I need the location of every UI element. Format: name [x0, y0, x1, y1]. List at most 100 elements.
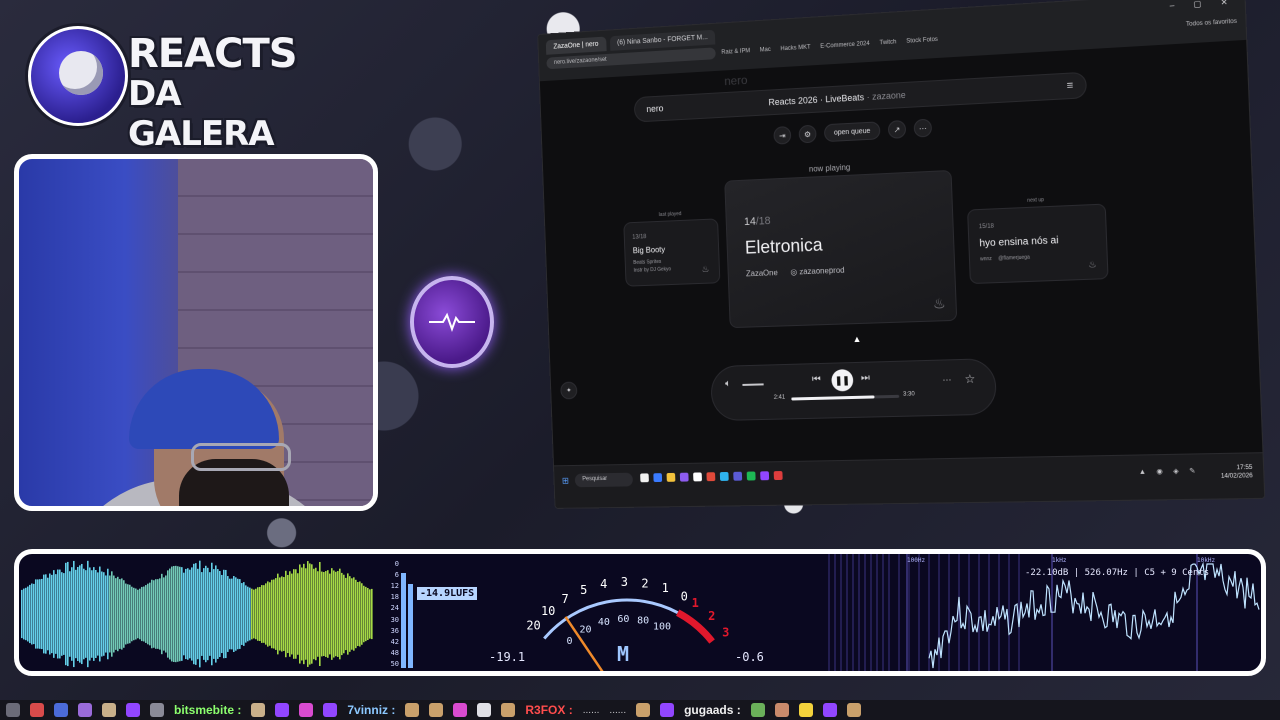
app-brand[interactable]: nero: [646, 103, 663, 114]
wave-bar: [163, 577, 165, 651]
edge-icon[interactable]: [719, 471, 729, 481]
wave-bar: [159, 578, 161, 650]
now-playing-card[interactable]: 14/18 Eletronica ZazaOne ◎ zazaoneprod ♨: [724, 169, 958, 329]
chat-username[interactable]: gugaads :: [684, 703, 741, 717]
wave-bar: [351, 578, 353, 650]
wave-bar: [327, 570, 329, 658]
wave-bar: [35, 579, 37, 649]
now-playing-label: now playing: [808, 162, 851, 174]
bookmark-item[interactable]: Raiz & IPM: [721, 48, 750, 56]
wave-bar: [365, 586, 367, 642]
volume-icon[interactable]: 🔈︎: [725, 378, 731, 389]
emote-icon: [636, 703, 651, 717]
wave-bar: [195, 563, 197, 665]
wave-bar: [303, 563, 305, 665]
instagram-handle: ◎ zazaoneprod: [790, 265, 845, 277]
open-queue-button[interactable]: open queue: [823, 121, 881, 143]
vu-left-readout: -19.1: [489, 650, 526, 664]
track-handle: @flamerjuega: [998, 254, 1031, 262]
wave-bar: [319, 561, 321, 667]
wave-bar: [223, 569, 225, 659]
vu-right-readout: -0.6: [735, 650, 764, 664]
emote-icon: [6, 703, 20, 717]
chat-username[interactable]: 7vinniz :: [347, 703, 395, 717]
spotify-icon[interactable]: [746, 471, 756, 481]
wave-bar: [65, 562, 67, 666]
chrome-icon[interactable]: [706, 472, 716, 482]
all-favorites-link[interactable]: Todos os favoritos: [1186, 19, 1237, 28]
next-up-card[interactable]: next up 15/18 hyo ensina nós ai wnnz @fl…: [967, 197, 1109, 285]
wave-bar: [227, 576, 229, 652]
vu-tick-label: 10: [541, 604, 555, 618]
app-icon[interactable]: [693, 472, 702, 482]
previous-track-icon[interactable]: ⏮︎: [812, 374, 821, 385]
share-icon[interactable]: ↗: [887, 119, 907, 139]
emote-icon: [299, 703, 314, 717]
progress-fill: [791, 395, 875, 401]
wave-bar: [231, 578, 233, 650]
taskbar-clock[interactable]: 17:55 14/02/2026: [1220, 464, 1253, 481]
windows-start-icon[interactable]: ⊞: [562, 476, 569, 487]
wave-bar: [267, 581, 269, 647]
emote-icon: [30, 703, 44, 717]
folder-icon[interactable]: [666, 472, 676, 482]
wave-bar: [173, 566, 175, 662]
pause-button[interactable]: ❚❚: [831, 369, 854, 392]
vu-tick-label: 1: [662, 581, 669, 595]
app-icon[interactable]: [653, 473, 663, 483]
taskbar-search[interactable]: Pesquisar: [574, 472, 634, 488]
next-track-icon[interactable]: ⏭︎: [861, 373, 870, 384]
wave-bar: [49, 573, 51, 655]
nero-app: nero nero Reacts 2026 · LiveBeats · zaza…: [540, 40, 1263, 467]
twitch-icon[interactable]: [760, 471, 770, 481]
wave-bar: [107, 568, 109, 660]
bookmark-item[interactable]: Stock Fotos: [906, 37, 938, 45]
hamburger-menu-icon[interactable]: ≡: [1066, 80, 1073, 93]
volume-slider[interactable]: [742, 383, 764, 386]
app-icon[interactable]: [733, 471, 743, 481]
app-icon[interactable]: [773, 471, 783, 481]
wave-bar: [333, 570, 335, 658]
app-icon[interactable]: [679, 472, 689, 482]
wave-bar: [271, 579, 273, 649]
wave-bar: [127, 584, 129, 644]
wave-bar: [337, 571, 339, 657]
system-tray[interactable]: ▲ ◉ ◈ ✎: [1139, 467, 1200, 476]
wave-bar: [41, 578, 43, 650]
last-played-card[interactable]: last played 13/18 Big Booty Beats Sprite…: [623, 211, 721, 287]
chat-username[interactable]: bitsmebite :: [174, 703, 241, 717]
wave-bar: [43, 574, 45, 654]
app-icon[interactable]: [640, 473, 649, 483]
bookmark-item[interactable]: Mac: [760, 47, 771, 54]
bookmark-item[interactable]: Twitch: [879, 39, 896, 46]
favorite-star-icon[interactable]: ☆: [964, 372, 975, 386]
lufs-tick: 50: [390, 660, 399, 668]
more-options-icon[interactable]: ⋯: [942, 374, 951, 385]
sparkle-icon[interactable]: ✦: [560, 381, 578, 400]
emote-icon: [275, 703, 290, 717]
emote-icon: [501, 703, 516, 717]
emote-icon: [429, 703, 444, 717]
progress-bar[interactable]: [791, 394, 900, 401]
lufs-readout: -14.9LUFS: [417, 587, 478, 600]
settings-gear-icon[interactable]: ⚙: [798, 124, 817, 144]
wave-bar: [193, 563, 195, 665]
vu-inner-tick: 100: [653, 621, 671, 632]
current-track-title: Eletronica: [744, 234, 823, 258]
bookmark-item[interactable]: E-Commerce 2024: [820, 41, 870, 50]
wave-bar: [197, 568, 199, 660]
wave-bar: [225, 569, 227, 659]
wave-bar: [67, 561, 69, 667]
bookmark-item[interactable]: Hacks MKT: [780, 45, 810, 53]
more-options-icon[interactable]: ⋯: [913, 118, 933, 138]
wave-bar: [371, 588, 373, 640]
wave-bar: [105, 575, 107, 653]
chat-message: ......: [582, 704, 600, 716]
wave-bar: [157, 579, 159, 649]
wave-bar: [347, 573, 349, 655]
lufs-tick: 30: [390, 615, 399, 624]
wave-bar: [141, 586, 143, 642]
chat-username[interactable]: R3FOX :: [525, 703, 572, 717]
import-icon[interactable]: ⇥: [773, 126, 792, 145]
wave-bar: [103, 572, 105, 656]
